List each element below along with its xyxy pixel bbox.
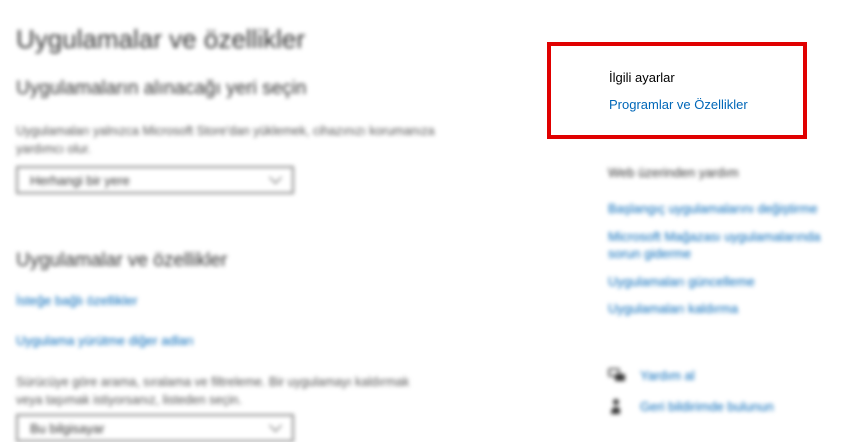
feedback-row[interactable]: Geri bildirimde bulunun — [608, 397, 848, 417]
install-source-dropdown-value: Herhangi bir yere — [30, 173, 130, 188]
chevron-down-icon — [269, 419, 282, 432]
web-help-link-startup[interactable]: Başlangıç uygulamalarını değiştirme — [608, 200, 843, 217]
chat-help-icon — [608, 368, 625, 381]
optional-features-link[interactable]: İsteğe bağlı özellikler — [16, 293, 137, 308]
get-help-row[interactable]: Yardım al — [608, 366, 848, 386]
web-help-link-update[interactable]: Uygulamaları güncelleme — [608, 273, 843, 290]
web-help-heading: Web üzerinden yardım — [608, 165, 739, 180]
chevron-down-icon — [269, 171, 282, 184]
apps-filter-description: Sürücüye göre arama, sıralama ve filtrel… — [16, 375, 410, 407]
highlight-box — [547, 42, 807, 139]
drive-filter-dropdown[interactable]: Bu bilgisayar — [16, 414, 294, 442]
install-source-description: Uygulamaları yalnızca Microsoft Store'da… — [16, 124, 435, 156]
page-title: Uygulamalar ve özellikler — [16, 24, 305, 54]
feedback-link[interactable]: Geri bildirimde bulunun — [640, 399, 774, 414]
web-help-link-store-troubleshoot[interactable]: Microsoft Mağazası uygulamalarında sorun… — [608, 228, 843, 262]
install-source-heading: Uygulamaların alınacağı yeri seçin — [16, 78, 307, 99]
web-help-link-uninstall[interactable]: Uygulamaları kaldırma — [608, 300, 843, 317]
feedback-person-icon — [611, 399, 620, 414]
apps-features-heading: Uygulamalar ve özellikler — [16, 250, 228, 271]
get-help-link[interactable]: Yardım al — [640, 368, 695, 383]
install-source-dropdown[interactable]: Herhangi bir yere — [16, 166, 294, 194]
app-execution-aliases-link[interactable]: Uygulama yürütme diğer adları — [16, 333, 194, 348]
